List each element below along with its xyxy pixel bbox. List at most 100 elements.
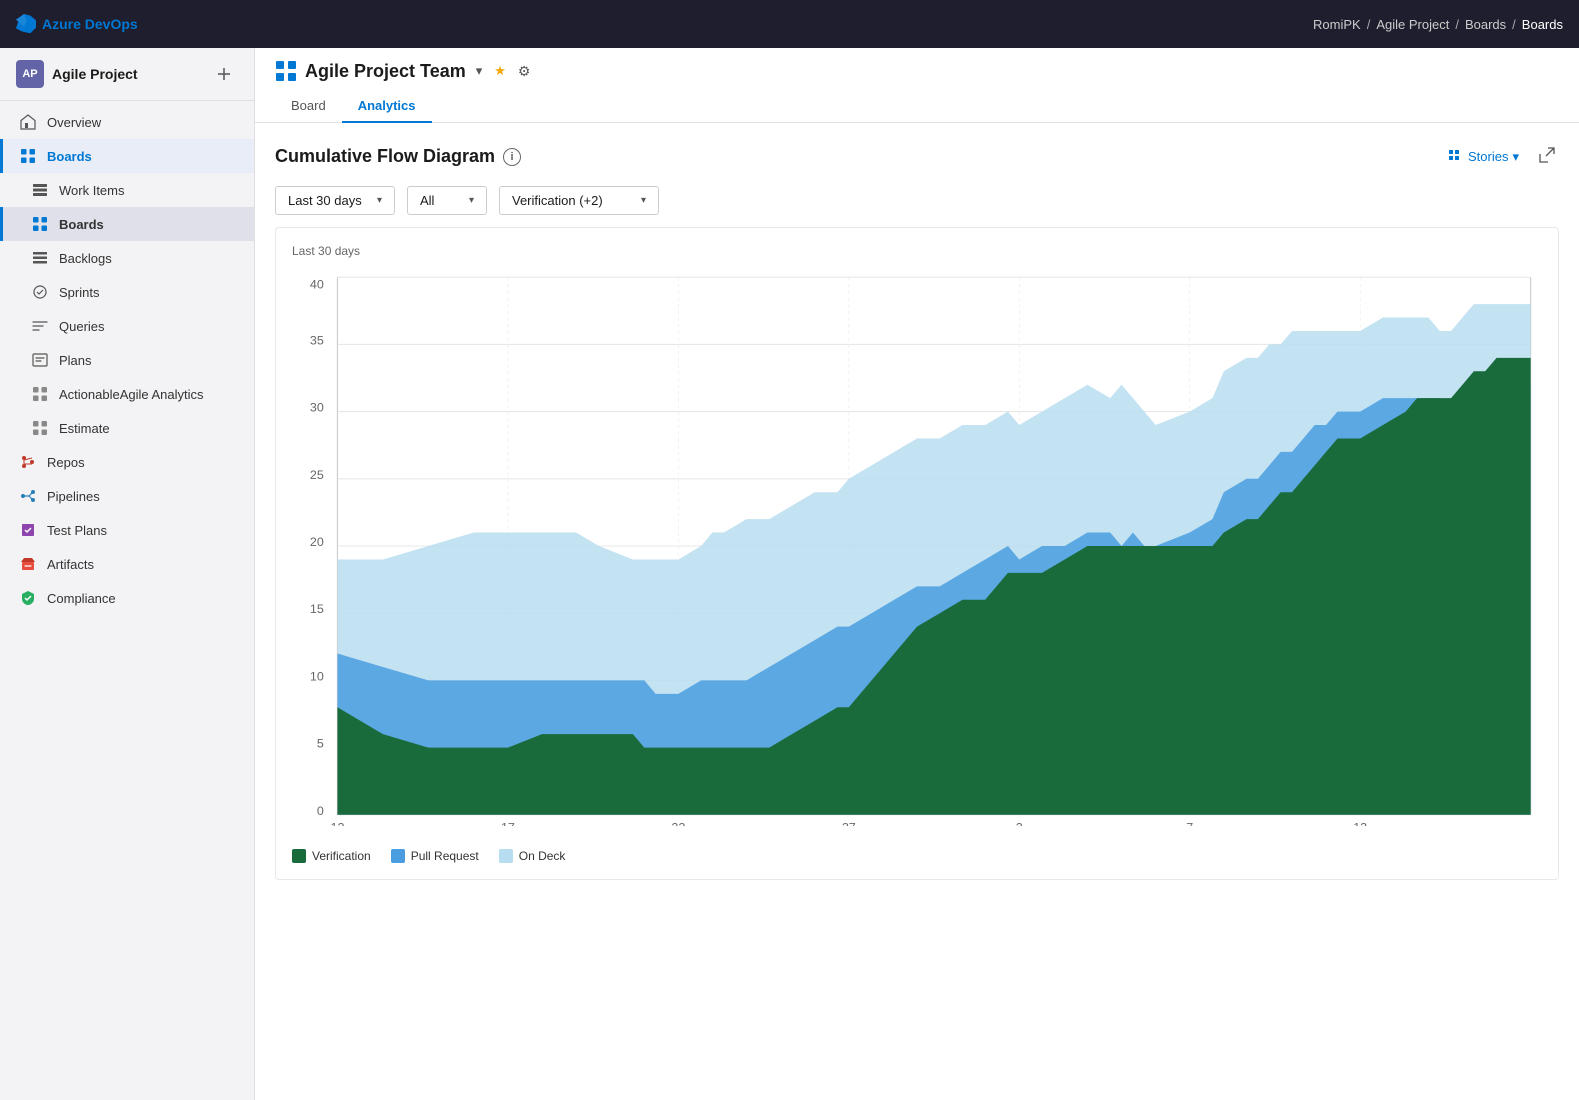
estimate-label: Estimate [59,421,110,436]
svg-text:17: 17 [501,821,515,826]
expand-button[interactable] [1535,143,1559,170]
sidebar: AP Agile Project Overview Boards [0,48,255,1100]
team-board-icon [275,60,297,82]
project-avatar: AP [16,60,44,88]
estimate-icon [31,419,49,437]
sidebar-item-boards-section[interactable]: Boards [0,139,254,173]
sidebar-item-work-items[interactable]: Work Items [0,173,254,207]
favorite-icon[interactable]: ★ [492,61,508,81]
svg-text:30: 30 [310,401,324,415]
backlog-filter[interactable]: All ▾ [407,186,487,215]
project-name: Agile Project [52,66,138,82]
legend-item-pull-request: Pull Request [391,849,479,863]
breadcrumb-agile-project[interactable]: Agile Project [1376,17,1449,32]
sprints-label: Sprints [59,285,99,300]
svg-text:7: 7 [1186,821,1193,826]
svg-text:12: 12 [330,821,344,826]
sidebar-item-test-plans[interactable]: Test Plans [0,513,254,547]
sidebar-item-artifacts[interactable]: Artifacts [0,547,254,581]
top-bar: Azure DevOps RomiPK / Agile Project / Bo… [0,0,1579,48]
svg-text:5: 5 [317,737,324,751]
tab-board[interactable]: Board [275,90,342,123]
chart-legend: Verification Pull Request On Deck [292,841,1542,863]
chart-controls: Last 30 days ▾ All ▾ Verification (+2) ▾ [275,186,1559,215]
tab-analytics[interactable]: Analytics [342,90,432,123]
sidebar-nav: Overview Boards Work Items [0,101,254,619]
page-header-top: Agile Project Team ▾ ★ ⚙ [275,60,1559,82]
breadcrumb-boards-2[interactable]: Boards [1522,17,1563,32]
legend-item-on-deck: On Deck [499,849,566,863]
svg-text:25: 25 [310,468,324,482]
pull-request-label: Pull Request [411,849,479,863]
svg-text:27: 27 [842,821,856,826]
sidebar-item-backlogs[interactable]: Backlogs [0,241,254,275]
page-header-actions: ▾ ★ ⚙ [474,61,533,82]
boards-label: Boards [59,217,104,232]
stories-dropdown[interactable]: Stories ▾ [1440,145,1527,169]
breadcrumb: RomiPK / Agile Project / Boards / Boards [1313,17,1563,32]
test-plans-icon [19,521,37,539]
artifacts-icon [19,555,37,573]
sidebar-item-actionable-agile[interactable]: ActionableAgile Analytics [0,377,254,411]
repos-icon [19,453,37,471]
sidebar-item-repos[interactable]: Repos [0,445,254,479]
pull-request-color [391,849,405,863]
chart-title: Cumulative Flow Diagram i [275,146,521,167]
chart-title-text: Cumulative Flow Diagram [275,146,495,167]
svg-text:20: 20 [310,535,324,549]
compliance-icon [19,589,37,607]
breadcrumb-boards-1[interactable]: Boards [1465,17,1506,32]
sidebar-item-estimate[interactable]: Estimate [0,411,254,445]
sidebar-item-sprints[interactable]: Sprints [0,275,254,309]
stories-chevron: ▾ [1512,149,1519,165]
timeframe-filter[interactable]: Last 30 days ▾ [275,186,395,215]
timeframe-chevron: ▾ [377,195,382,206]
app-body: AP Agile Project Overview Boards [0,48,1579,1100]
cumulative-flow-chart: 0 5 10 15 20 25 30 35 40 [292,266,1542,826]
stories-label: Stories [1468,149,1508,164]
svg-text:22: 22 [671,821,685,826]
sidebar-item-queries[interactable]: Queries [0,309,254,343]
chart-period-label: Last 30 days [292,244,1542,258]
sidebar-item-pipelines[interactable]: Pipelines [0,479,254,513]
sidebar-header: AP Agile Project [0,48,254,101]
info-icon[interactable]: i [503,148,521,166]
sidebar-item-overview[interactable]: Overview [0,105,254,139]
plans-icon [31,351,49,369]
work-items-label: Work Items [59,183,125,198]
chart-filters: Last 30 days ▾ All ▾ Verification (+2) ▾ [275,186,659,215]
chart-container: Last 30 days 0 5 10 15 20 25 30 35 40 [275,227,1559,880]
team-name: Agile Project Team [305,61,466,82]
verification-label: Verification [312,849,371,863]
svg-text:15: 15 [310,602,324,616]
boards-icon [31,215,49,233]
chart-header: Cumulative Flow Diagram i Stories ▾ [275,143,1559,170]
main-content: Agile Project Team ▾ ★ ⚙ Board Analytics [255,48,1579,1100]
sidebar-project: AP Agile Project [16,60,138,88]
compliance-label: Compliance [47,591,116,606]
repos-label: Repos [47,455,85,470]
svg-text:10: 10 [310,669,324,683]
svg-text:2: 2 [1016,821,1023,826]
manage-team-icon[interactable]: ⚙ [516,61,533,82]
svg-text:0: 0 [317,804,324,818]
stages-filter[interactable]: Verification (+2) ▾ [499,186,659,215]
on-deck-label: On Deck [519,849,566,863]
backlog-value: All [420,193,434,208]
svg-text:35: 35 [310,333,324,347]
add-project-button[interactable] [210,60,238,88]
azure-devops-logo[interactable]: Azure DevOps [16,14,138,34]
queries-label: Queries [59,319,105,334]
sidebar-item-boards[interactable]: Boards [0,207,254,241]
sidebar-item-compliance[interactable]: Compliance [0,581,254,615]
home-icon [19,113,37,131]
page-header: Agile Project Team ▾ ★ ⚙ Board Analytics [255,48,1579,123]
page-tabs: Board Analytics [275,90,1559,122]
plans-label: Plans [59,353,92,368]
chevron-down-icon[interactable]: ▾ [474,61,485,81]
logo-text: Azure DevOps [42,16,138,32]
pipelines-label: Pipelines [47,489,100,504]
sidebar-item-plans[interactable]: Plans [0,343,254,377]
breadcrumb-romipk[interactable]: RomiPK [1313,17,1361,32]
sprints-icon [31,283,49,301]
